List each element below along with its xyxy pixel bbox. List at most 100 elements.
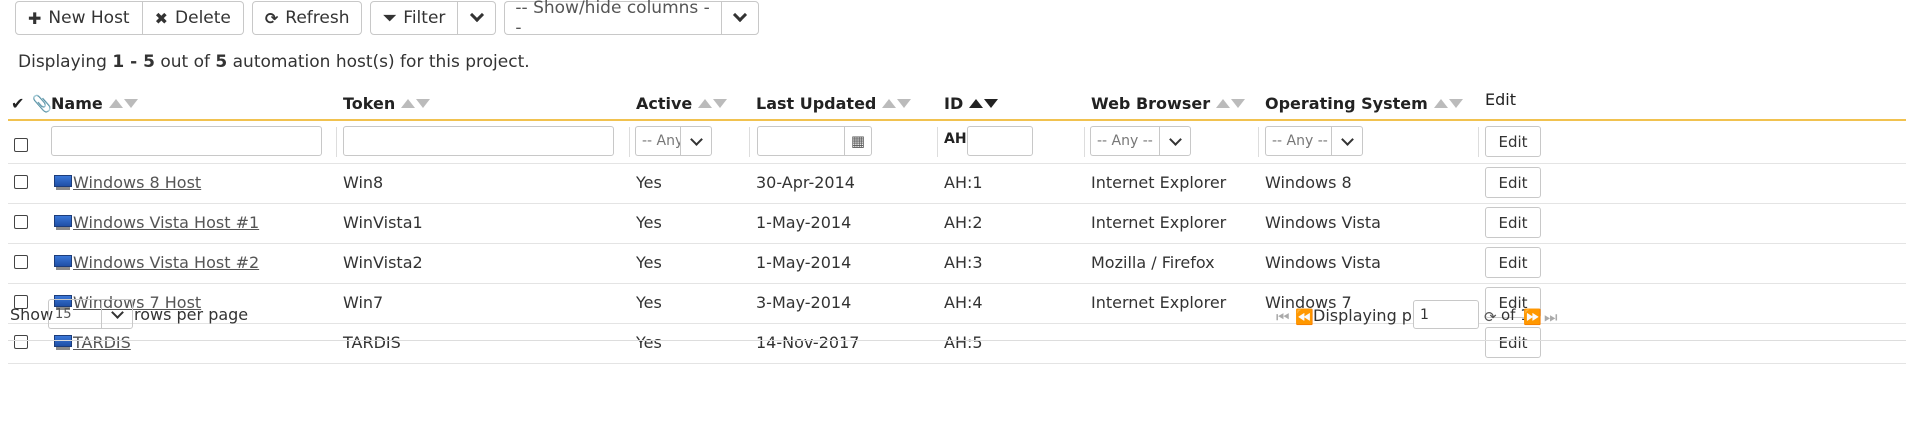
chevron-down-icon[interactable] (1331, 126, 1363, 156)
last-updated-filter-input[interactable] (757, 126, 845, 156)
last-updated-cell: 1-May-2014 (756, 213, 852, 232)
id-filter-input[interactable] (967, 126, 1033, 156)
close-icon: ✖ (154, 8, 169, 28)
first-page-icon[interactable]: ⏮ (1276, 308, 1290, 326)
page-size-select[interactable]: 15 (48, 299, 133, 329)
sort-icon[interactable] (108, 99, 138, 108)
refresh-icon: ⟳ (264, 8, 279, 28)
col-name[interactable]: Name (51, 94, 138, 113)
row-edit-button[interactable]: Edit (1485, 167, 1541, 198)
divider (1478, 127, 1479, 157)
sort-icon[interactable] (882, 99, 912, 108)
filter-group: ⏷ Filter (370, 1, 497, 37)
attachment-icon: 📎 (32, 94, 52, 113)
new-host-button[interactable]: ✚ New Host (15, 1, 143, 35)
os-cell: Windows Vista (1265, 253, 1381, 272)
web-browser-filter-select[interactable]: -- Any -- (1090, 126, 1191, 156)
page-number-input[interactable]: 1 (1413, 300, 1479, 329)
host-name-link[interactable]: Windows Vista Host #1 (73, 213, 259, 232)
web-browser-cell: Mozilla / Firefox (1091, 253, 1215, 272)
row-checkbox[interactable] (14, 215, 28, 229)
last-page-icon[interactable]: ⏭ (1544, 308, 1558, 326)
filter-row: -- Any -- ▦ AH -- Any -- -- Any -- Edit (8, 121, 1906, 164)
sort-icon[interactable] (401, 99, 431, 108)
token-cell: WinVista1 (343, 213, 423, 232)
delete-button[interactable]: ✖ Delete (142, 1, 244, 35)
row-checkbox[interactable] (14, 175, 28, 189)
col-last-updated[interactable]: Last Updated (756, 94, 912, 113)
columns-select-value[interactable]: -- Show/hide columns -- (504, 0, 722, 38)
col-operating-system[interactable]: Operating System (1265, 94, 1463, 113)
token-cell: WinVista2 (343, 253, 423, 272)
calendar-icon[interactable]: ▦ (844, 126, 872, 156)
computer-icon (54, 215, 72, 231)
divider (629, 127, 630, 157)
divider (749, 127, 750, 157)
active-cell: Yes (636, 213, 662, 232)
token-filter-input[interactable] (343, 126, 614, 156)
host-name-link[interactable]: Windows Vista Host #2 (73, 253, 259, 272)
col-active[interactable]: Active (636, 94, 728, 113)
show-label: Show (10, 305, 54, 324)
chevron-down-icon (469, 7, 484, 23)
refresh-button[interactable]: ⟳ Refresh (251, 1, 363, 35)
row-edit-button[interactable]: Edit (1485, 247, 1541, 278)
table-row: Windows Vista Host #2 WinVista2 Yes 1-May-2… (8, 244, 1906, 284)
token-cell: Win8 (343, 173, 384, 192)
divider (1258, 127, 1259, 157)
chevron-down-icon (733, 7, 748, 23)
table-footer: Show 15 rows per page ⏮ ⏪ Displaying pag… (8, 299, 1906, 341)
active-filter-select[interactable]: -- Any -- (635, 126, 712, 156)
toolbar: ✚ New Host ✖ Delete ⟳ Refresh ⏷ Filter -… (15, 0, 760, 38)
id-cell: AH:2 (944, 213, 983, 232)
filter-button[interactable]: ⏷ Filter (370, 1, 459, 35)
next-page-icon[interactable]: ⏩ (1523, 308, 1542, 326)
computer-icon (54, 255, 72, 271)
sort-asc-icon[interactable] (969, 99, 999, 108)
active-cell: Yes (636, 253, 662, 272)
filter-edit-button[interactable]: Edit (1485, 126, 1541, 157)
last-updated-cell: 1-May-2014 (756, 253, 852, 272)
table-row: Windows 8 Host Win8 Yes 30-Apr-2014 AH:1 Inte… (8, 164, 1906, 204)
refresh-page-icon[interactable]: ⟳ (1484, 308, 1497, 326)
new-delete-group: ✚ New Host ✖ Delete (15, 1, 244, 37)
table-row: Windows Vista Host #1 WinVista1 Yes 1-May-2… (8, 204, 1906, 244)
sort-icon[interactable] (1433, 99, 1463, 108)
col-web-browser[interactable]: Web Browser (1091, 94, 1246, 113)
col-id[interactable]: ID (944, 94, 999, 113)
sort-icon[interactable] (698, 99, 728, 108)
id-cell: AH:3 (944, 253, 983, 272)
host-name-link[interactable]: Windows 8 Host (73, 173, 201, 192)
columns-select[interactable]: -- Show/hide columns -- (504, 0, 760, 38)
columns-select-caret[interactable] (721, 1, 760, 35)
filter-icon: ⏷ (383, 8, 397, 27)
results-summary: Displaying 1 - 5 out of 5 automation hos… (18, 52, 530, 72)
col-token[interactable]: Token (343, 94, 431, 113)
row-edit-button[interactable]: Edit (1485, 207, 1541, 238)
divider (336, 127, 337, 157)
previous-page-icon[interactable]: ⏪ (1295, 308, 1314, 326)
name-filter-input[interactable] (51, 126, 322, 156)
row-checkbox[interactable] (14, 255, 28, 269)
divider (937, 127, 938, 157)
chevron-down-icon[interactable] (1159, 126, 1191, 156)
last-updated-cell: 30-Apr-2014 (756, 173, 855, 192)
select-all-checkbox[interactable] (14, 138, 28, 152)
os-cell: Windows 8 (1265, 173, 1352, 192)
id-filter-prefix: AH (944, 131, 967, 147)
os-filter-select[interactable]: -- Any -- (1265, 126, 1363, 156)
table-header: ✔ 📎 Name Token Active Last Updated ID We… (8, 86, 1906, 121)
rows-per-page-label: rows per page (134, 305, 249, 324)
filter-dropdown-button[interactable] (458, 1, 497, 35)
chevron-down-icon[interactable] (680, 126, 712, 156)
active-cell: Yes (636, 173, 662, 192)
chevron-down-icon[interactable] (101, 299, 133, 329)
select-all-icon[interactable]: ✔ (11, 94, 24, 113)
plus-icon: ✚ (28, 8, 42, 28)
col-edit: Edit (1485, 90, 1516, 109)
id-cell: AH:1 (944, 173, 983, 192)
sort-icon[interactable] (1216, 99, 1246, 108)
computer-icon (54, 175, 72, 191)
divider (1084, 127, 1085, 157)
web-browser-cell: Internet Explorer (1091, 173, 1227, 192)
